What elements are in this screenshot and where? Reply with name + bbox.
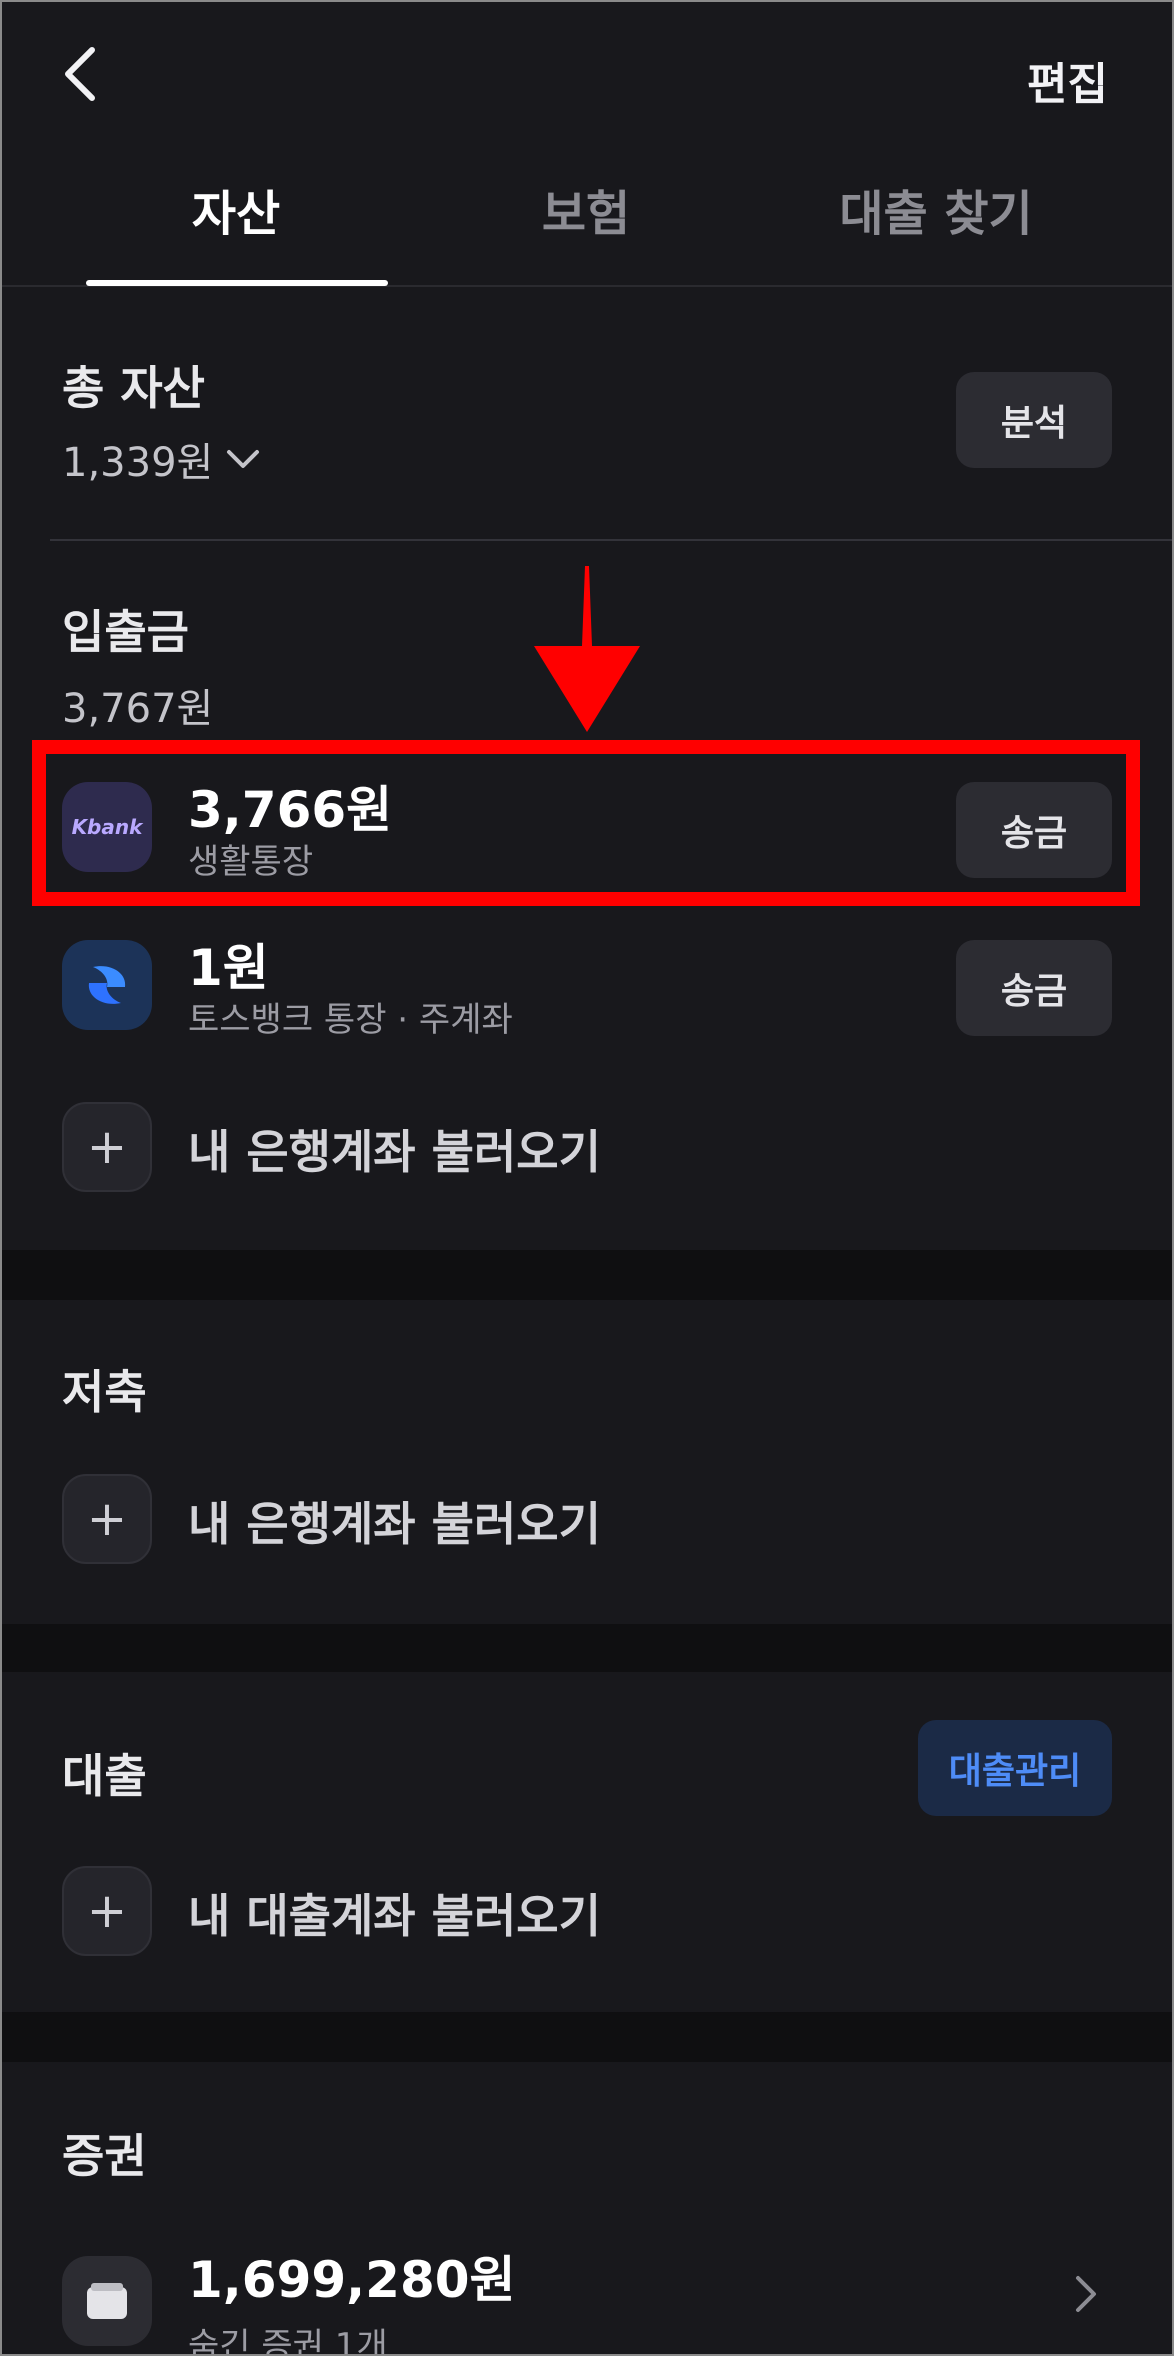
- analysis-button[interactable]: 분석: [956, 372, 1112, 468]
- tab-assets[interactable]: 자산: [86, 174, 386, 244]
- securities-sub: 숨긴 증권 1개: [188, 2326, 388, 2356]
- plus-icon: +: [62, 1102, 152, 1192]
- account-row-toss[interactable]: 1원 토스뱅크 통장 · 주계좌 송금: [62, 939, 1112, 1040]
- wallet-icon: [87, 2283, 127, 2319]
- import-bank-account-label: 내 은행계좌 불러오기: [188, 1125, 601, 1179]
- red-highlight-box: [32, 740, 1140, 906]
- plus-icon: +: [62, 1866, 152, 1956]
- toss-logo-icon: [62, 940, 152, 1030]
- chevron-left-icon: [65, 47, 95, 101]
- savings-section: [0, 1300, 1174, 1624]
- plus-icon: +: [62, 1474, 152, 1564]
- total-assets-amount-toggle[interactable]: 1,339원: [62, 430, 261, 488]
- deposit-title: 입출금: [62, 605, 189, 659]
- toss-mark-icon: [88, 966, 126, 1004]
- import-bank-account-button[interactable]: + 내 은행계좌 불러오기: [62, 1102, 1112, 1192]
- import-savings-account-button[interactable]: + 내 은행계좌 불러오기: [62, 1474, 1112, 1564]
- total-assets-amount: 1,339원: [62, 440, 214, 486]
- section-divider: [50, 539, 1174, 541]
- chevron-right-icon: [1076, 2276, 1096, 2312]
- chevron-down-icon: [227, 450, 260, 468]
- loan-title: 대출: [62, 1749, 147, 1803]
- tab-insurance[interactable]: 보험: [436, 174, 736, 244]
- securities-title: 증권: [62, 2129, 147, 2183]
- tab-find-loans[interactable]: 대출 찾기: [786, 174, 1086, 244]
- securities-amount: 1,699,280원: [188, 2254, 516, 2309]
- edit-button[interactable]: 편집: [1027, 48, 1108, 112]
- deposit-amount: 3,767원: [62, 686, 214, 732]
- savings-title: 저축: [62, 1365, 147, 1419]
- transfer-button[interactable]: 송금: [956, 940, 1112, 1036]
- active-tab-indicator: [86, 280, 388, 286]
- loan-manage-button[interactable]: 대출관리: [918, 1720, 1112, 1816]
- red-arrow-annotation: [534, 566, 640, 732]
- securities-icon: [62, 2256, 152, 2346]
- import-savings-account-label: 내 은행계좌 불러오기: [188, 1497, 601, 1551]
- import-loan-account-label: 내 대출계좌 불러오기: [188, 1889, 601, 1943]
- securities-row[interactable]: 1,699,280원 숨긴 증권 1개: [62, 2254, 1112, 2356]
- account-name: 토스뱅크 통장 · 주계좌: [188, 1000, 513, 1040]
- account-amount: 1원: [188, 939, 269, 997]
- total-assets-title: 총 자산: [62, 361, 205, 415]
- import-loan-account-button[interactable]: + 내 대출계좌 불러오기: [62, 1866, 1112, 1956]
- back-button[interactable]: [58, 44, 102, 104]
